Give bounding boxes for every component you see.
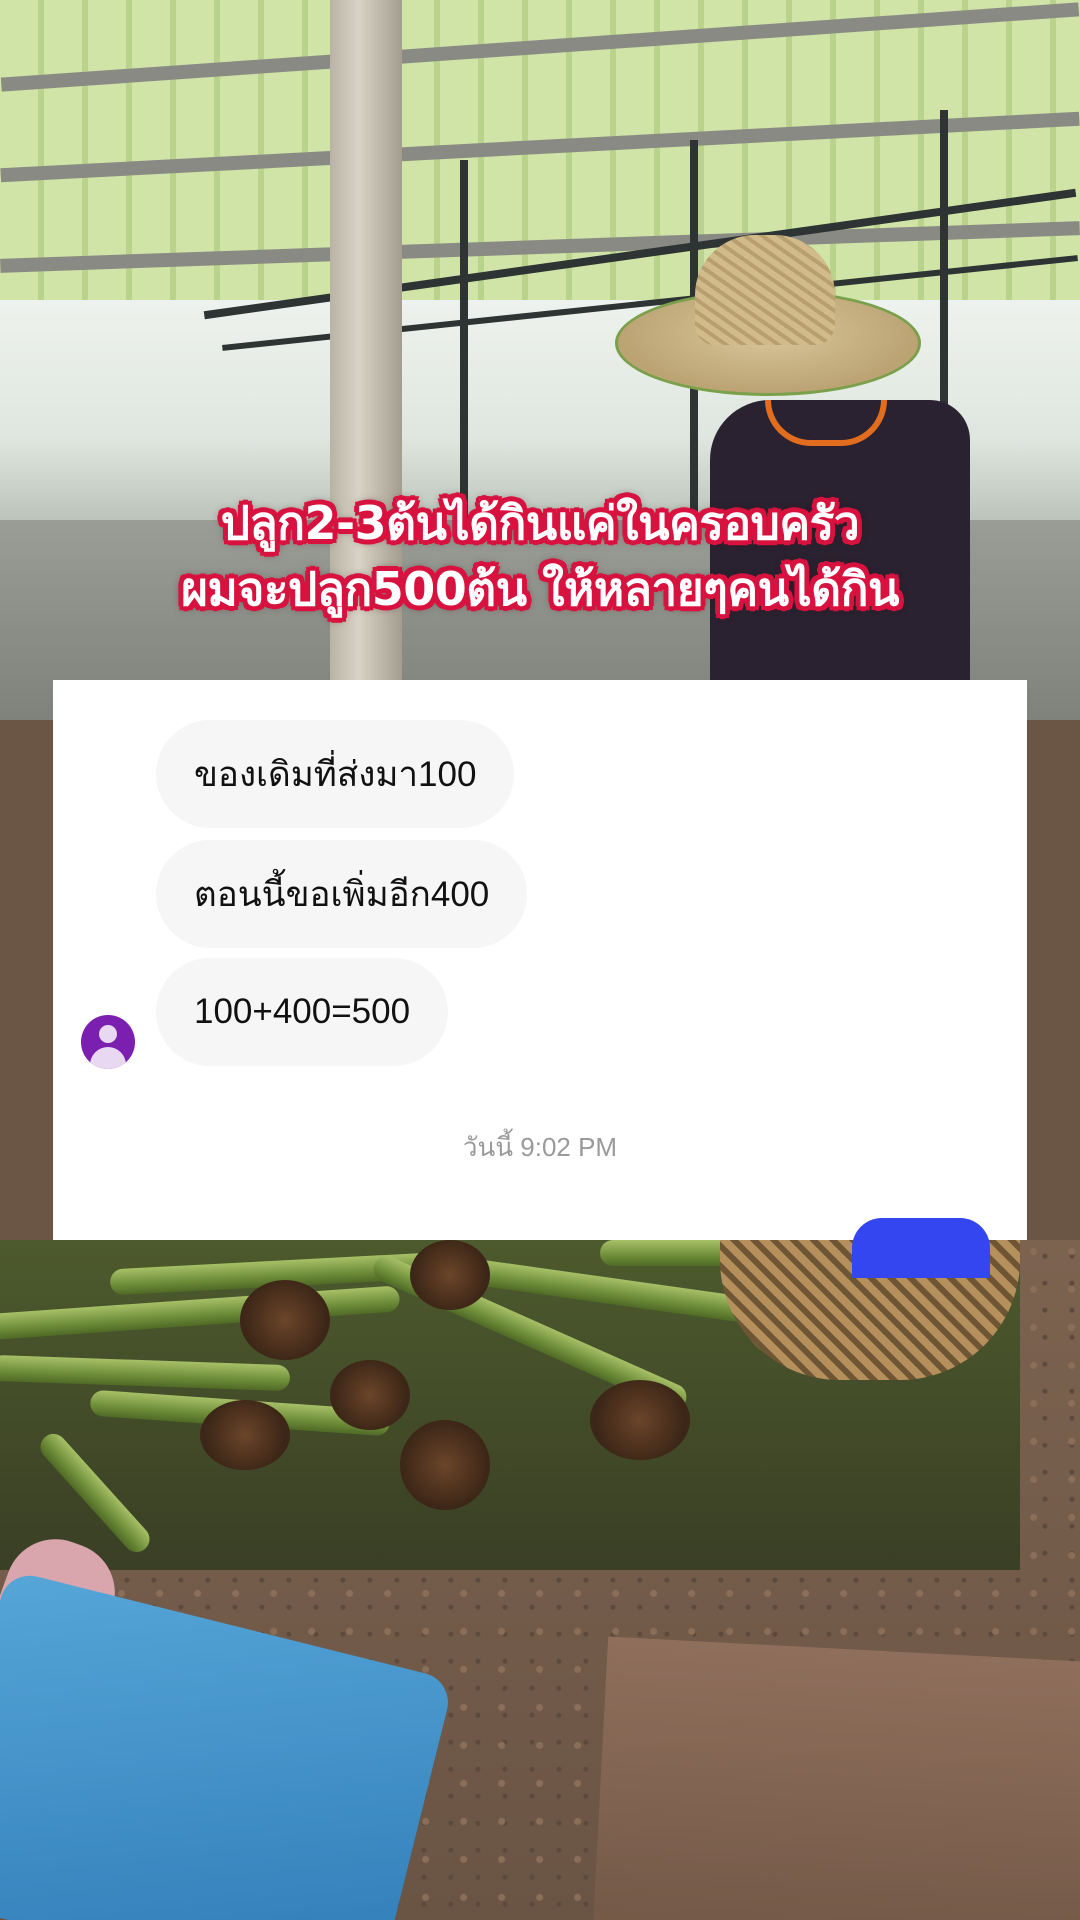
wooden-board	[592, 1636, 1080, 1920]
blue-send-button-edge	[852, 1218, 990, 1278]
straw-hat-crown	[695, 235, 835, 345]
video-caption: ปลูก2-3ต้นได้กินแค่ในครอบครัว ผมจะปลูก50…	[0, 490, 1080, 622]
message-bubble: 100+400=500	[156, 958, 449, 1066]
message-timestamp: วันนี้ 9:02 PM	[462, 1132, 618, 1162]
avatar-body	[90, 1047, 126, 1069]
bamboo-root	[590, 1380, 690, 1460]
avatar-head	[99, 1025, 117, 1043]
bamboo-root	[240, 1280, 330, 1360]
bamboo-root	[400, 1420, 490, 1510]
chat-screenshot: ของเดิมที่ส่งมา100 ตอนนี้ขอเพิ่มอีก400 1…	[53, 680, 1027, 1240]
bamboo-root	[200, 1400, 290, 1470]
message-bubble: ตอนนี้ขอเพิ่มอีก400	[156, 840, 528, 948]
user-avatar-icon[interactable]	[81, 1015, 135, 1069]
message-bubble: ของเดิมที่ส่งมา100	[156, 720, 515, 828]
caption-line-2: ผมจะปลูก500ต้น ให้หลายๆคนได้กิน	[181, 562, 899, 616]
bamboo-root	[330, 1360, 410, 1430]
caption-line-1: ปลูก2-3ต้นได้กินแค่ในครอบครัว	[220, 496, 860, 550]
bamboo-root	[410, 1240, 490, 1310]
